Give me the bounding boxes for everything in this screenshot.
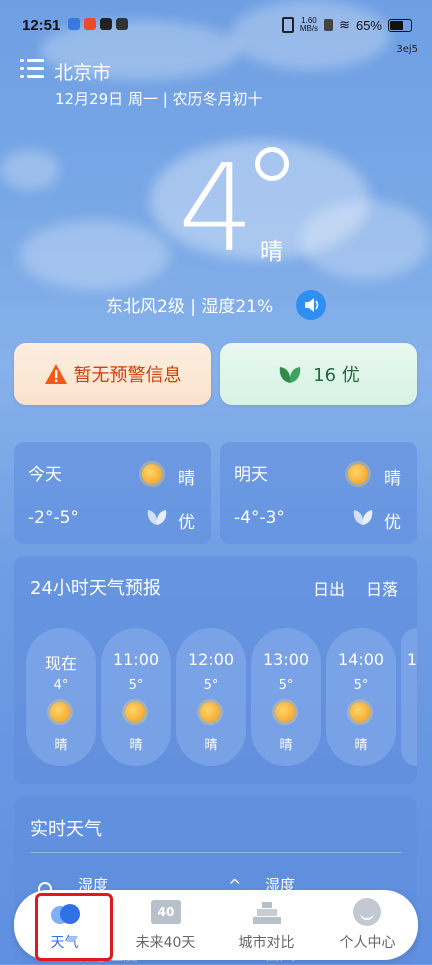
today-label: 今天 [28, 465, 62, 485]
net-speed: 1.60 MB/s [300, 17, 318, 33]
realtime-title: 实时天气 [30, 819, 102, 840]
sun-icon [142, 464, 162, 484]
sunset-tab[interactable]: 日落 [366, 576, 398, 600]
hour-item-partial[interactable]: 1 [401, 628, 417, 766]
hour-item[interactable]: 11:00 5° 晴 [101, 628, 171, 766]
build-tag: 3ej5 [396, 44, 418, 55]
tomorrow-temp-range: -4°-3° [234, 508, 285, 528]
buildings-icon [253, 902, 281, 924]
menu-icon[interactable] [20, 58, 44, 80]
cloud-decoration [300, 200, 430, 280]
battery-icon [388, 18, 412, 32]
tomorrow-air: 优 [384, 513, 401, 533]
hour-condition: 晴 [54, 738, 68, 753]
nav-profile-label: 个人中心 [339, 935, 396, 951]
calendar-40-icon: 40 [151, 900, 181, 924]
today-air: 优 [178, 513, 195, 533]
app-notification-icon [116, 18, 128, 30]
hour-item[interactable]: 14:00 5° 晴 [326, 628, 396, 766]
air-leaf-icon [147, 510, 167, 525]
air-leaf-icon [353, 510, 373, 525]
hour-condition: 晴 [279, 738, 293, 753]
sun-icon [275, 702, 295, 722]
hourly-title: 24小时天气预报 [30, 578, 161, 599]
status-right: 1.60 MB/s ≋ 65% [281, 17, 412, 33]
hour-time: 14:00 [337, 650, 385, 669]
nav-profile[interactable]: 个人中心 [317, 890, 418, 960]
sun-icon [50, 702, 70, 722]
cloud-decoration [20, 220, 170, 290]
app-notification-icon [68, 18, 80, 30]
hour-temp: 5° [203, 678, 219, 693]
aqi-button[interactable]: 16 优 [220, 343, 417, 405]
alert-label: 暂无预警信息 [73, 365, 182, 386]
alert-button[interactable]: 暂无预警信息 [14, 343, 211, 405]
sun-icon [348, 464, 368, 484]
avatar-icon [353, 898, 381, 926]
hour-item[interactable]: 现在 4° 晴 [26, 628, 96, 766]
nav-city-compare-label: 城市对比 [238, 935, 295, 951]
wind-humidity: 东北风2级 | 湿度21% [106, 297, 274, 317]
speaker-icon [305, 298, 319, 312]
hour-time: 12:00 [187, 650, 235, 669]
status-time: 12:51 [22, 17, 61, 34]
nav-40days-label: 未来40天 [135, 935, 196, 951]
hour-condition: 晴 [204, 738, 218, 753]
tomorrow-condition: 晴 [384, 469, 401, 489]
play-notification-icon [100, 18, 112, 30]
tomorrow-label: 明天 [234, 465, 268, 485]
warning-icon [44, 364, 67, 384]
nav-40days[interactable]: 40 未来40天 [115, 890, 216, 960]
sun-icon [125, 702, 145, 722]
hour-condition: 晴 [129, 738, 143, 753]
wifi-icon: ≋ [339, 17, 350, 32]
tomorrow-card[interactable]: 明天 晴 -4°-3° 优 [220, 442, 417, 544]
app-notification-icon [84, 18, 96, 30]
city-name[interactable]: 北京市 [54, 58, 111, 85]
degree-symbol [255, 147, 289, 181]
sun-icon [200, 702, 220, 722]
date-line: 12月29日 周一 | 农历冬月初十 [55, 90, 263, 108]
hour-time: 现在 [44, 654, 77, 673]
hour-temp: 5° [353, 678, 369, 693]
hour-temp: 4° [53, 678, 69, 693]
aqi-label: 16 优 [313, 365, 360, 386]
current-temperature: 4 [178, 140, 255, 279]
sunrise-tab[interactable]: 日出 [313, 576, 345, 600]
sun-icon [350, 702, 370, 722]
battery-text: 65% [355, 17, 382, 33]
hour-temp: 5° [278, 678, 294, 693]
hour-temp: 5° [128, 678, 144, 693]
hour-item[interactable]: 12:00 5° 晴 [176, 628, 246, 766]
current-condition: 晴 [260, 239, 283, 265]
leaf-icon [279, 367, 301, 383]
speaker-button[interactable] [296, 290, 326, 320]
hour-condition: 晴 [354, 738, 368, 753]
hour-time: 13:00 [262, 650, 310, 669]
sim-icon [324, 19, 334, 31]
nav-city-compare[interactable]: 城市对比 [216, 890, 317, 960]
net-speed-unit: MB/s [299, 24, 319, 33]
hour-item[interactable]: 13:00 5° 晴 [251, 628, 321, 766]
selection-highlight [35, 893, 113, 961]
vibrate-icon [281, 17, 294, 33]
status-bar: 12:51 1.60 MB/s ≋ 65% [0, 0, 432, 50]
divider [30, 852, 402, 853]
today-condition: 晴 [178, 469, 195, 489]
today-temp-range: -2°-5° [28, 508, 79, 528]
hour-time: 11:00 [112, 650, 160, 669]
calendar-badge: 40 [157, 905, 175, 919]
today-card[interactable]: 今天 晴 -2°-5° 优 [14, 442, 211, 544]
hour-time: 1 [406, 650, 417, 669]
cloud-decoration [0, 150, 60, 190]
